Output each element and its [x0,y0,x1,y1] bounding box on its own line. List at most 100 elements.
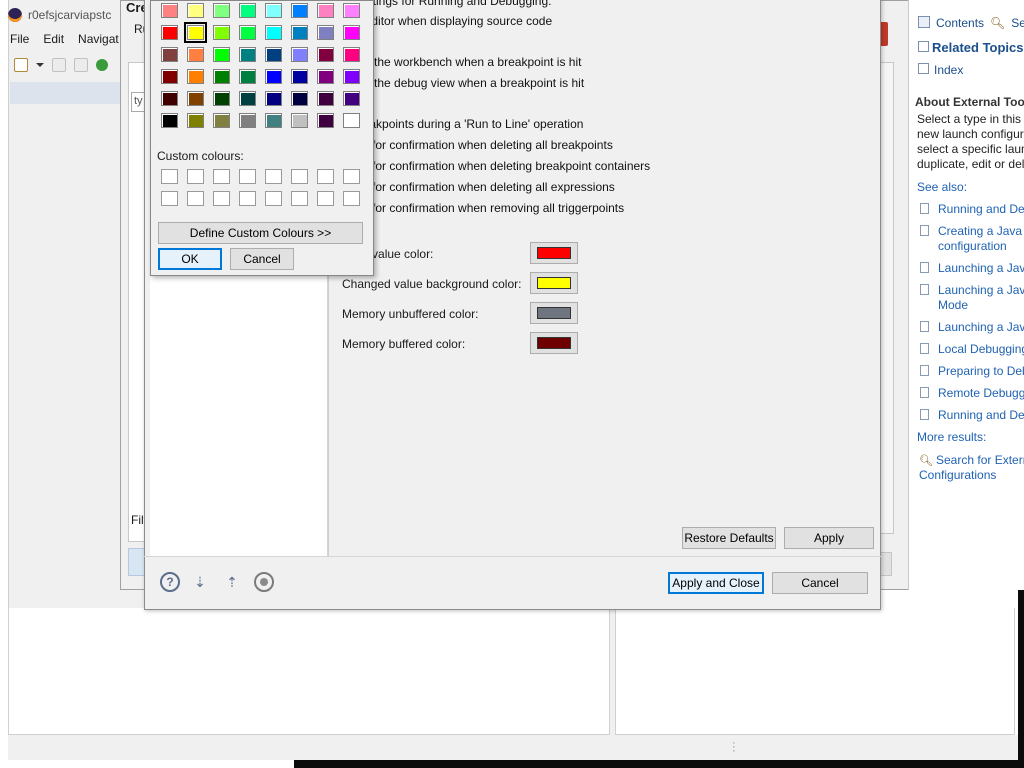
new-file-icon[interactable] [14,58,28,72]
custom-colour-swatch[interactable] [239,169,256,184]
basic-colour-swatch[interactable] [213,3,230,18]
contents-icon[interactable] [918,16,930,28]
option-activate-workbench[interactable]: tivate the workbench when a breakpoint i… [342,55,581,69]
basic-colour-swatch[interactable] [291,91,308,106]
basic-colour-swatch[interactable] [187,91,204,106]
memory-buffered-color-button[interactable] [530,332,578,354]
changed-value-color-button[interactable] [530,242,578,264]
basic-colour-swatch[interactable] [291,113,308,128]
related-topics-tab[interactable]: Related Topics [918,40,1024,55]
search-icon[interactable]: 🔍︎ [990,16,1005,30]
custom-colour-swatch[interactable] [187,191,204,206]
menu-navigate[interactable]: Navigat [78,32,119,46]
basic-colour-swatch[interactable] [343,25,360,40]
basic-colour-swatch[interactable] [291,3,308,18]
option-confirm-remove-triggerpoints[interactable]: ompt for confirmation when removing all … [342,201,624,215]
basic-colour-swatch[interactable] [161,69,178,84]
basic-colour-swatch[interactable] [343,3,360,18]
changed-value-bg-color-button[interactable] [530,272,578,294]
basic-colour-swatch[interactable] [317,69,334,84]
basic-colour-swatch[interactable] [291,69,308,84]
basic-colour-swatch[interactable] [239,25,256,40]
basic-colour-swatch[interactable] [343,47,360,62]
search-external-tools-link[interactable]: Search for Extern [936,453,1024,468]
basic-colour-swatch[interactable] [161,3,178,18]
help-tab-contents[interactable]: Contents [936,16,984,30]
basic-colour-swatch[interactable] [239,69,256,84]
basic-colour-swatch[interactable] [213,113,230,128]
basic-colour-swatch[interactable] [265,91,282,106]
run-icon[interactable] [96,59,108,71]
picker-cancel-button[interactable]: Cancel [230,248,294,270]
help-topic-link[interactable]: Running and De [938,202,1024,217]
basic-colour-swatch[interactable] [239,3,256,18]
custom-colour-swatch[interactable] [161,169,178,184]
basic-colour-swatch[interactable] [317,113,334,128]
menu-edit[interactable]: Edit [43,32,64,46]
custom-colour-swatch[interactable] [239,191,256,206]
splitter-grip-icon[interactable]: · · · [732,738,736,757]
basic-colour-swatch[interactable] [187,47,204,62]
custom-colour-swatch[interactable] [265,169,282,184]
help-question-icon[interactable]: ? [160,572,180,592]
help-topic-link[interactable]: Local Debugging [938,342,1024,357]
custom-colour-swatch[interactable] [291,191,308,206]
basic-colour-swatch[interactable] [184,22,207,43]
cancel-button[interactable]: Cancel [772,572,868,594]
help-topic-link[interactable]: Creating a Java a configuration [938,224,1024,254]
basic-colour-swatch[interactable] [187,3,204,18]
basic-colour-swatch[interactable] [343,91,360,106]
basic-colour-swatch[interactable] [317,3,334,18]
basic-colour-swatch[interactable] [187,113,204,128]
export-icon[interactable]: ⇡ [222,572,242,592]
option-confirm-delete-breakpoints[interactable]: ompt for confirmation when deleting all … [342,138,613,152]
basic-colour-swatch[interactable] [317,25,334,40]
custom-colour-swatch[interactable] [213,191,230,206]
basic-colour-swatch[interactable] [265,25,282,40]
search-external-tools-link-2[interactable]: Configurations [919,468,996,483]
basic-colour-swatch[interactable] [161,91,178,106]
record-icon[interactable] [254,572,274,592]
define-custom-colours-button[interactable]: Define Custom Colours >> [158,222,363,244]
apply-button[interactable]: Apply [784,527,874,549]
apply-and-close-button[interactable]: Apply and Close [668,572,764,594]
save-icon[interactable] [52,58,66,72]
basic-colour-swatch[interactable] [161,25,178,40]
basic-colour-swatch[interactable] [265,3,282,18]
option-confirm-delete-expressions[interactable]: ompt for confirmation when deleting all … [342,180,615,194]
basic-colour-swatch[interactable] [291,47,308,62]
chevron-down-icon[interactable] [36,63,44,67]
basic-colour-swatch[interactable] [317,91,334,106]
restore-defaults-button[interactable]: Restore Defaults [682,527,776,549]
custom-colour-swatch[interactable] [317,169,334,184]
help-tab-search[interactable]: Se [1011,16,1024,30]
custom-colour-swatch[interactable] [161,191,178,206]
help-topic-link[interactable]: Running and De [938,408,1024,423]
custom-colour-swatch[interactable] [265,191,282,206]
basic-colour-swatch[interactable] [291,25,308,40]
basic-colour-swatch[interactable] [317,47,334,62]
help-topic-link[interactable]: Remote Debugg [938,386,1024,401]
custom-colour-swatch[interactable] [291,169,308,184]
basic-colour-swatch[interactable] [239,47,256,62]
help-topic-link[interactable]: Launching a Java Mode [938,283,1024,313]
basic-colour-swatch[interactable] [213,91,230,106]
option-activate-debug-view[interactable]: tivate the debug view when a breakpoint … [342,76,584,90]
custom-colour-swatch[interactable] [187,169,204,184]
basic-colour-swatch[interactable] [161,113,178,128]
custom-colour-swatch[interactable] [343,191,360,206]
basic-colour-swatch[interactable] [265,113,282,128]
memory-unbuffered-color-button[interactable] [530,302,578,324]
basic-colour-swatch[interactable] [239,113,256,128]
basic-colour-swatch[interactable] [213,69,230,84]
basic-colour-swatch[interactable] [213,25,230,40]
help-topic-link[interactable]: Launching a Java [938,261,1024,276]
option-skip-breakpoints[interactable]: p breakpoints during a 'Run to Line' ope… [342,117,583,131]
picker-ok-button[interactable]: OK [158,248,222,270]
option-confirm-delete-containers[interactable]: ompt for confirmation when deleting brea… [342,159,650,173]
basic-colour-swatch[interactable] [239,91,256,106]
basic-colour-swatch[interactable] [161,47,178,62]
basic-colour-swatch[interactable] [213,47,230,62]
custom-colour-swatch[interactable] [317,191,334,206]
custom-colour-swatch[interactable] [213,169,230,184]
